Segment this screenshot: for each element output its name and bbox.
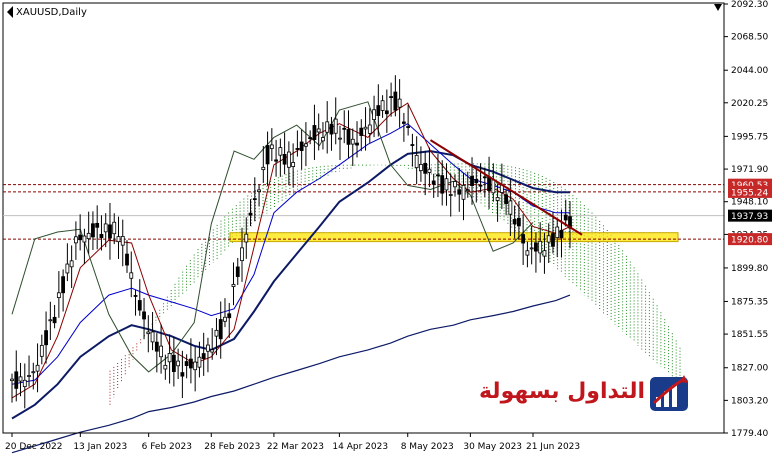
x-tick-label: 30 May 2023 — [463, 442, 522, 452]
y-tick-label: 2044.00 — [731, 66, 768, 76]
brand-icon — [650, 375, 688, 411]
brand-text: التداول بسهولة — [479, 379, 645, 404]
symbol-label: XAUUSD,Daily — [16, 7, 87, 18]
x-tick-label: 21 Jun 2023 — [526, 442, 580, 452]
x-axis: 20 Dec 2022 13 Jan 2023 6 Feb 2023 28 Feb 2… — [3, 432, 724, 452]
price-badge-label: 1920.80 — [731, 236, 768, 246]
price-badge: 1955.24 — [728, 185, 772, 198]
y-tick-label: 1827.00 — [731, 364, 768, 374]
y-tick-label: 1779.40 — [731, 429, 768, 439]
price-badge-label: 1955.24 — [731, 188, 768, 198]
x-tick-label: 13 Jan 2023 — [73, 442, 127, 452]
y-tick-label: 1995.75 — [731, 132, 768, 142]
x-tick-label: 14 Apr 2023 — [332, 442, 388, 452]
x-tick-label: 22 Mar 2023 — [267, 442, 324, 452]
x-tick-label: 6 Feb 2023 — [142, 442, 192, 452]
y-tick-label: 2020.25 — [731, 99, 768, 109]
y-tick-label: 1875.35 — [731, 297, 768, 307]
y-tick-label: 2068.50 — [731, 33, 768, 43]
y-tick-label: 2092.30 — [731, 0, 768, 10]
y-tick-label: 1803.20 — [731, 396, 768, 406]
price-badge: 1937.93 — [728, 209, 772, 222]
symbol-title: XAUUSD,Daily — [7, 6, 87, 18]
y-tick-label: 1948.10 — [731, 198, 768, 208]
x-tick-label: 20 Dec 2022 — [5, 442, 63, 452]
price-badge-label: 1937.93 — [731, 212, 768, 222]
price-badges: 1960.531955.241937.931920.80 — [728, 178, 772, 246]
price-badge: 1920.80 — [728, 233, 772, 246]
support-zone-rect — [229, 232, 679, 243]
support-zone — [229, 232, 679, 243]
x-tick-label: 28 Feb 2023 — [204, 442, 260, 452]
plot-frame — [2, 2, 725, 434]
y-tick-label: 1971.90 — [731, 165, 768, 175]
y-tick-label: 1899.80 — [731, 264, 768, 274]
chart-svg: XAUUSD,Daily 2092.30 2068.50 2044.00 2020.2… — [2, 0, 772, 454]
y-tick-label: 1851.55 — [731, 330, 768, 340]
chart-root: XAUUSD,Daily 2092.30 2068.50 2044.00 2020.2… — [0, 0, 775, 456]
x-tick-label: 8 May 2023 — [401, 442, 454, 452]
